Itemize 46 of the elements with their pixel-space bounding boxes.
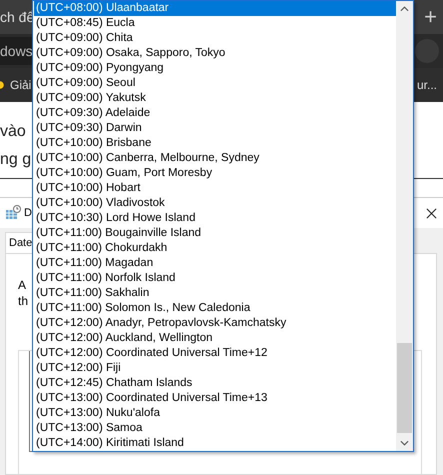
list-item[interactable]: (UTC+09:00) Seoul (34, 76, 396, 91)
list-item[interactable]: (UTC+11:00) Chokurdakh (34, 241, 396, 256)
bookmark-icon[interactable] (0, 79, 5, 91)
list-item[interactable]: (UTC+08:00) Ulaanbaatar (34, 1, 396, 16)
scroll-up-icon[interactable] (400, 6, 409, 12)
list-item[interactable]: (UTC+09:00) Yakutsk (34, 91, 396, 106)
list-item[interactable]: (UTC+10:00) Hobart (34, 181, 396, 196)
address-text: dows (0, 43, 33, 59)
bookmark-link[interactable]: Giải (10, 78, 32, 92)
list-item[interactable]: (UTC+09:00) Pyongyang (34, 61, 396, 76)
list-item[interactable]: (UTC+09:00) Osaka, Sapporo, Tokyo (34, 46, 396, 61)
scroll-down-icon[interactable] (400, 440, 409, 446)
list-item[interactable]: (UTC+10:00) Guam, Port Moresby (34, 166, 396, 181)
close-icon[interactable] (426, 208, 437, 218)
list-item[interactable]: (UTC+11:00) Solomon Is., New Caledonia (34, 301, 396, 316)
list-item[interactable]: (UTC+09:30) Adelaide (34, 106, 396, 121)
scrollbar[interactable] (396, 1, 413, 451)
page-text: vào (0, 122, 26, 142)
list-item[interactable]: (UTC+13:00) Samoa (34, 421, 396, 436)
list-item[interactable]: (UTC+12:00) Coordinated Universal Time+12 (34, 346, 396, 361)
list-item[interactable]: (UTC+11:00) Bougainville Island (34, 226, 396, 241)
list-item[interactable]: (UTC+12:45) Chatham Islands (34, 376, 396, 391)
new-tab-button[interactable]: + (424, 4, 437, 30)
list-item[interactable]: (UTC+08:45) Eucla (34, 16, 396, 31)
calendar-clock-icon (5, 205, 21, 221)
list-item[interactable]: (UTC+11:00) Sakhalin (34, 286, 396, 301)
bookmark-link[interactable]: ur... (416, 78, 437, 92)
list-item[interactable]: (UTC+10:00) Canberra, Melbourne, Sydney (34, 151, 396, 166)
dialog-text: A (18, 278, 26, 294)
list-item[interactable]: (UTC+09:30) Darwin (34, 121, 396, 136)
list-item[interactable]: (UTC+10:30) Lord Howe Island (34, 211, 396, 226)
list-item[interactable]: (UTC+14:00) Kiritimati Island (34, 436, 396, 451)
list-item[interactable]: (UTC+12:00) Anadyr, Petropavlovsk-Kamchatsky (34, 316, 396, 331)
scrollbar-thumb[interactable] (397, 343, 412, 433)
list-item[interactable]: (UTC+13:00) Coordinated Universal Time+13 (34, 391, 396, 406)
list-item[interactable]: (UTC+12:00) Auckland, Wellington (34, 331, 396, 346)
page-text: ng g (0, 150, 32, 170)
list-item[interactable]: (UTC+12:00) Fiji (34, 361, 396, 376)
window-title: D (24, 207, 32, 219)
list-item[interactable]: (UTC+10:00) Brisbane (34, 136, 396, 151)
list-item[interactable]: (UTC+13:00) Nuku'alofa (34, 406, 396, 421)
list-item[interactable]: (UTC+09:00) Chita (34, 31, 396, 46)
list-item[interactable]: (UTC+10:00) Vladivostok (34, 196, 396, 211)
list-item[interactable]: (UTC+11:00) Magadan (34, 256, 396, 271)
list-item[interactable]: (UTC+11:00) Norfolk Island (34, 271, 396, 286)
dialog-text: th (18, 294, 28, 310)
